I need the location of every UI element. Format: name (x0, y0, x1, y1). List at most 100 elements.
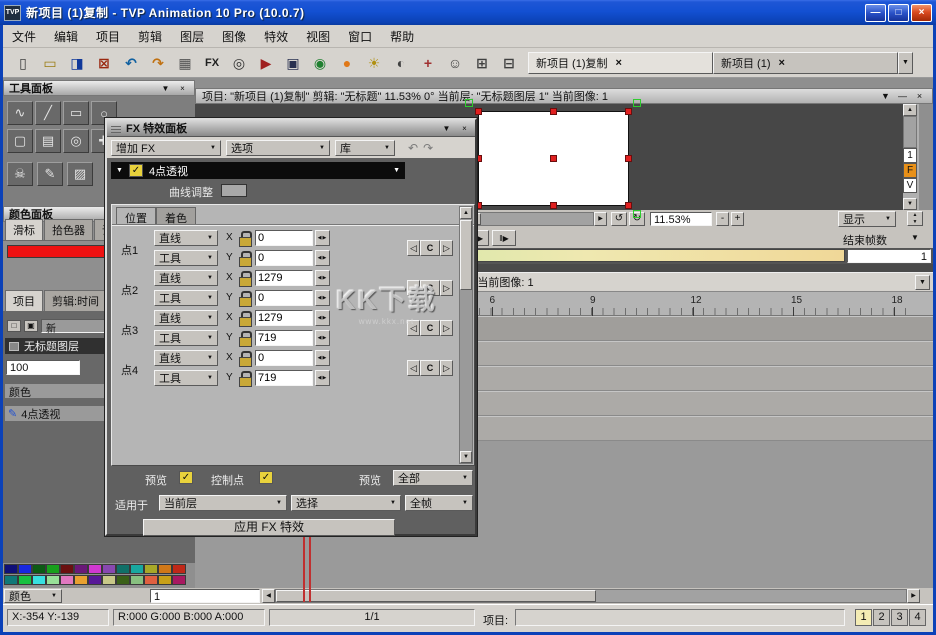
fx-vscroll[interactable]: ▲ ▼ (459, 206, 473, 464)
grid-icon[interactable]: ⊞ (470, 51, 494, 75)
point-x-input[interactable] (255, 310, 313, 326)
half-tone-icon[interactable]: ◐ (389, 51, 413, 75)
doc-tab-project[interactable]: 新项目 (1) × (713, 52, 898, 74)
play-icon[interactable]: ▶ (254, 51, 278, 75)
control-point-handle[interactable] (625, 202, 632, 209)
timeline-dropdown-icon[interactable]: ▼ (915, 275, 930, 290)
frame-count-field[interactable]: 1 (847, 249, 931, 263)
preview-scope-dropdown[interactable]: 全部 (393, 470, 473, 486)
color-swatch[interactable] (158, 564, 172, 574)
value-spinner-icon[interactable]: ◀▶ (315, 230, 330, 246)
zoom-out-button[interactable]: - (716, 212, 729, 226)
color-swatch[interactable] (88, 575, 102, 585)
control-point-handle[interactable] (550, 155, 557, 162)
value-spinner-icon[interactable]: ◀▶ (315, 370, 330, 386)
timeline-hscroll-right-icon[interactable]: ▶ (907, 589, 920, 603)
control-point-handle[interactable] (625, 108, 632, 115)
line-tool-icon[interactable]: ╱ (35, 101, 61, 125)
fx-panel-header[interactable]: FX 特效面板 ▼ × (107, 120, 475, 137)
save-icon[interactable]: ◨ (65, 51, 89, 75)
end-frames-arrow-icon[interactable]: ▼ (911, 233, 919, 242)
color-swatch[interactable] (74, 564, 88, 574)
point-center-button[interactable]: C (420, 320, 440, 336)
doc-tab-project-copy[interactable]: 新项目 (1)复制 × (528, 52, 713, 74)
color-swatch[interactable] (32, 564, 46, 574)
point-next-button[interactable]: ▷ (440, 360, 453, 376)
fx-redo-icon[interactable]: ↷ (423, 141, 433, 155)
lock-icon[interactable] (239, 231, 251, 246)
fx-enabled-checkbox[interactable]: ✓ (129, 164, 143, 177)
menu-item-7[interactable]: 视图 (297, 25, 339, 48)
control-points-checkbox[interactable]: ✓ (259, 471, 273, 484)
expand-icon[interactable]: ▼ (116, 167, 123, 174)
point-x-mode-dropdown[interactable]: 直线 (154, 350, 218, 366)
table-icon[interactable]: ⊟ (497, 51, 521, 75)
apply-fx-button[interactable]: 应用 FX 特效 (143, 519, 395, 536)
zoom-input[interactable]: 11.53% (650, 212, 712, 226)
brush-icon[interactable]: ✎ (37, 162, 63, 186)
workspace-page-3[interactable]: 3 (891, 609, 908, 626)
close-button[interactable]: × (911, 4, 932, 22)
timeline-hscroll[interactable] (275, 589, 907, 603)
color-swatch[interactable] (74, 575, 88, 585)
color-swatch[interactable] (144, 564, 158, 574)
color-swatch[interactable] (88, 564, 102, 574)
orange-ball-icon[interactable]: ● (335, 51, 359, 75)
rotate-ccw-icon[interactable]: ↺ (611, 212, 627, 226)
menu-item-6[interactable]: 特效 (255, 25, 297, 48)
color-swatch[interactable] (102, 575, 116, 585)
point-center-button[interactable]: C (420, 280, 440, 296)
fx-library-dropdown[interactable]: 库 (335, 140, 395, 156)
play-range-button[interactable]: ‖▶ (492, 230, 516, 246)
color-swatch[interactable] (60, 575, 74, 585)
timeline-hscroll-thumb[interactable] (276, 590, 596, 602)
skull-icon[interactable]: ☠ (7, 162, 33, 186)
lock-icon[interactable] (239, 371, 251, 386)
point-y-input[interactable] (255, 290, 313, 306)
point-x-input[interactable] (255, 270, 313, 286)
fx-scroll-up-icon[interactable]: ▲ (460, 207, 472, 219)
fx-scroll-down-icon[interactable]: ▼ (460, 451, 472, 463)
fx-effect-row[interactable]: ▼ ✓ 4点透视 ▼ (111, 162, 405, 179)
side-box-1[interactable]: 1 (903, 148, 917, 163)
preview-checkbox[interactable]: ✓ (179, 471, 193, 484)
point-y-mode-dropdown[interactable]: 工具 (154, 290, 218, 306)
point-y-input[interactable] (255, 250, 313, 266)
layer-lock-column-icon[interactable]: ▣ (24, 320, 38, 332)
point-y-input[interactable] (255, 370, 313, 386)
lock-icon[interactable] (239, 291, 251, 306)
tab-list-dropdown[interactable]: ▼ (898, 52, 913, 74)
menu-item-9[interactable]: 帮助 (381, 25, 423, 48)
point-prev-button[interactable]: ◁ (407, 240, 420, 256)
scroll-up-icon[interactable]: ▲ (903, 104, 917, 116)
playhead-cursor-line[interactable] (303, 537, 305, 602)
control-point-handle[interactable] (550, 108, 557, 115)
menu-item-4[interactable]: 图层 (171, 25, 213, 48)
control-point-handle[interactable] (625, 155, 632, 162)
point-x-input[interactable] (255, 350, 313, 366)
workspace-page-4[interactable]: 4 (909, 609, 926, 626)
tab-close-icon[interactable]: × (616, 57, 622, 69)
value-spinner-icon[interactable]: ◀▶ (315, 350, 330, 366)
lock-icon[interactable] (239, 311, 251, 326)
redo-icon[interactable]: ↷ (146, 51, 170, 75)
apply-to-dropdown[interactable]: 当前层 (159, 495, 287, 511)
tab-close-icon[interactable]: × (779, 57, 785, 69)
fx-options-dropdown[interactable]: 选项 (226, 140, 330, 156)
maximize-button[interactable]: □ (888, 4, 909, 22)
control-point-handle[interactable] (475, 108, 482, 115)
panel-close-icon[interactable]: × (176, 84, 189, 93)
pan-updown-icon[interactable]: ▲▼ (907, 211, 923, 226)
viewport-header[interactable]: 项目: "新项目 (1)复制" 剪辑: "无标题" 11.53% 0° 当前层:… (195, 88, 933, 104)
point-center-button[interactable]: C (420, 360, 440, 376)
color-wheel-icon[interactable]: ◉ (308, 51, 332, 75)
value-spinner-icon[interactable]: ◀▶ (315, 290, 330, 306)
canvas-vscroll[interactable] (903, 116, 917, 148)
color-swatch[interactable] (32, 575, 46, 585)
selection-dropdown[interactable]: 选择 (291, 495, 401, 511)
color-count-input[interactable]: 1 (150, 589, 260, 603)
color-tab-1[interactable]: 拾色器 (44, 219, 93, 240)
select-poly-icon[interactable]: ▤ (35, 129, 61, 153)
workspace-page-1[interactable]: 1 (855, 609, 872, 626)
point-x-input[interactable] (255, 230, 313, 246)
